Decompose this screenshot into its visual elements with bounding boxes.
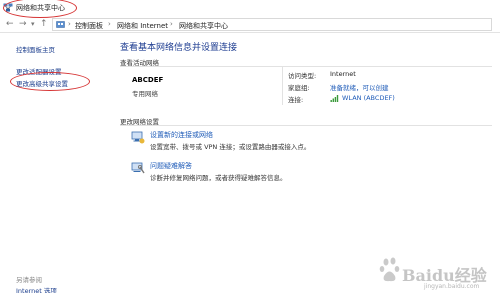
breadcrumb-separator: › <box>108 20 111 28</box>
wifi-signal-icon <box>330 95 339 102</box>
homegroup-link[interactable]: 准备就绪，可以创建 <box>330 82 389 92</box>
internet-options-link[interactable]: Internet 选项 <box>16 285 57 293</box>
network-name: ABCDEF <box>132 76 164 84</box>
troubleshoot-problems-link[interactable]: 问题疑难解答 <box>150 161 192 171</box>
section-divider <box>120 125 492 126</box>
new-connection-icon <box>131 131 145 144</box>
access-type-value: Internet <box>330 70 356 78</box>
see-also-label: 另请参阅 <box>16 276 42 284</box>
up-button[interactable]: ↑ <box>40 19 48 29</box>
breadcrumb-separator: › <box>68 20 71 28</box>
troubleshoot-icon <box>131 162 145 174</box>
breadcrumb-control-panel[interactable]: 控制面板 <box>75 21 103 31</box>
watermark-url: jingyan.baidu.com <box>424 283 480 290</box>
network-type: 专用网络 <box>132 90 158 98</box>
address-bar[interactable]: › 控制面板 › 网络和 Internet › 网络和共享中心 <box>52 18 492 31</box>
breadcrumb-network-internet[interactable]: 网络和 Internet <box>117 21 168 31</box>
breadcrumb-network-sharing-center[interactable]: 网络和共享中心 <box>179 21 228 31</box>
address-bar-row: ← → ▾ ↑ › 控制面板 › 网络和 Internet › 网络和共享中心 <box>0 16 500 33</box>
setup-new-connection-description: 设置宽带、拨号或 VPN 连接；或设置路由器或接入点。 <box>150 143 311 151</box>
breadcrumb-separator: › <box>170 20 173 28</box>
control-panel-icon <box>56 21 65 28</box>
page-heading: 查看基本网络信息并设置连接 <box>120 43 238 53</box>
vertical-divider <box>282 67 283 105</box>
troubleshoot-description: 诊断并修复网络问题，或者获得疑难解答信息。 <box>150 174 287 182</box>
access-type-label: 访问类型: <box>288 72 317 80</box>
connection-label: 连接: <box>288 96 304 104</box>
homegroup-label: 家庭组: <box>288 84 310 92</box>
wlan-connection-link[interactable]: WLAN (ABCDEF) <box>342 94 395 102</box>
forward-button[interactable]: → <box>19 19 27 29</box>
setup-new-connection-link[interactable]: 设置新的连接或网络 <box>150 130 213 140</box>
recent-dropdown-icon[interactable]: ▾ <box>31 19 35 29</box>
annotation-ellipse-advanced-sharing <box>10 72 90 91</box>
control-panel-home-link[interactable]: 控制面板主页 <box>16 44 55 54</box>
section-divider <box>120 66 492 67</box>
back-button[interactable]: ← <box>6 19 14 29</box>
